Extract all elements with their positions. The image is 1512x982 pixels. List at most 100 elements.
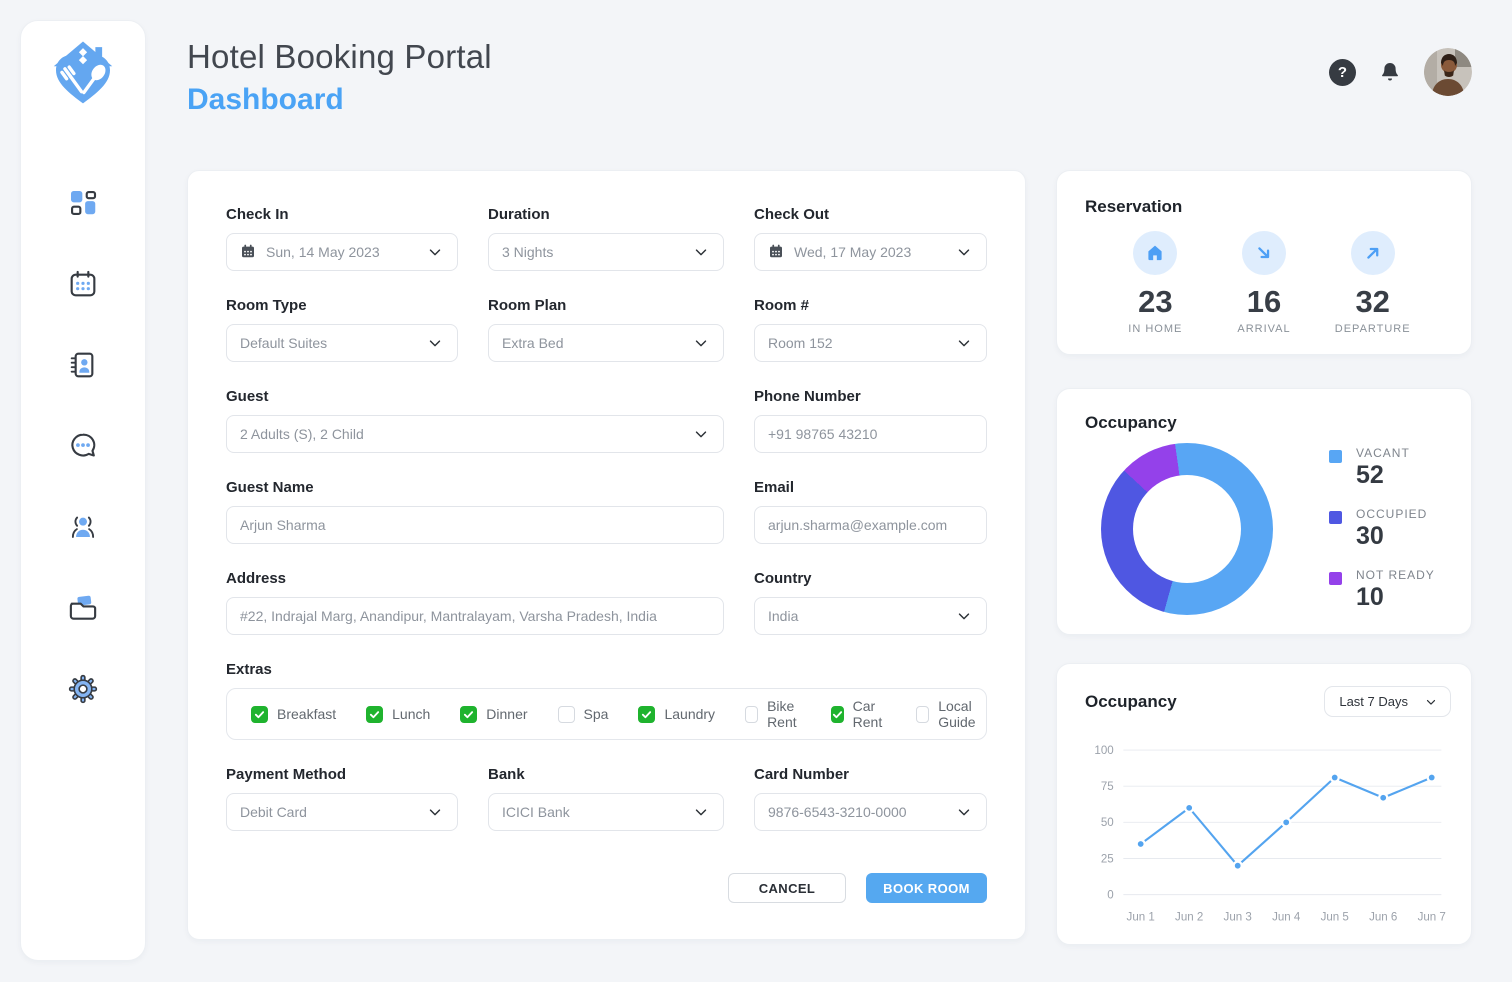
legend-item-vacant: VACANT 52	[1329, 446, 1435, 490]
extra-option[interactable]: Breakfast	[251, 706, 336, 723]
stat-value: 23	[1138, 284, 1172, 320]
field-label: Payment Method	[226, 766, 458, 783]
sidebar-item-dashboard[interactable]	[63, 183, 103, 223]
check-out-value: Wed, 17 May 2023	[794, 244, 945, 260]
chevron-down-icon	[692, 243, 710, 261]
bank-select[interactable]: ICICI Bank	[488, 793, 724, 831]
field-phone: Phone Number	[754, 388, 987, 453]
notifications-button[interactable]	[1378, 60, 1402, 84]
card-number-select[interactable]: 9876-6543-3210-0000	[754, 793, 987, 831]
chevron-down-icon	[692, 425, 710, 443]
extra-option[interactable]: Bike Rent	[745, 698, 801, 730]
extra-option[interactable]: Local Guide	[916, 698, 979, 730]
dashboard-grid-icon	[67, 187, 99, 219]
reservation-card: Reservation 23 IN HOME 16 ARRIVAL 32 DEP…	[1056, 170, 1472, 355]
field-label: Room Plan	[488, 297, 724, 314]
room-number-value: Room 152	[768, 335, 945, 351]
svg-text:75: 75	[1101, 781, 1114, 793]
phone-field-wrap	[754, 415, 987, 453]
field-guest: Guest 2 Adults (S), 2 Child	[226, 388, 724, 453]
payment-method-select[interactable]: Debit Card	[226, 793, 458, 831]
phone-input[interactable]	[768, 426, 973, 442]
question-icon: ?	[1338, 64, 1347, 81]
app-title: Hotel Booking Portal	[187, 38, 492, 76]
sidebar	[20, 20, 146, 961]
svg-text:Jun 5: Jun 5	[1321, 912, 1349, 924]
field-room-number: Room # Room 152	[754, 297, 987, 362]
guest-name-input[interactable]	[240, 517, 710, 533]
room-plan-select[interactable]: Extra Bed	[488, 324, 724, 362]
svg-text:Jun 4: Jun 4	[1272, 912, 1301, 924]
legend-item-not-ready: NOT READY 10	[1329, 568, 1435, 612]
occupancy-donut-chart	[1101, 443, 1273, 615]
range-selector[interactable]: Last 7 Days	[1324, 686, 1451, 717]
payment-method-value: Debit Card	[240, 804, 416, 820]
occupancy-line-chart: 0255075100Jun 1Jun 2Jun 3Jun 4Jun 5Jun 6…	[1079, 725, 1451, 929]
svg-text:100: 100	[1094, 745, 1113, 757]
sidebar-item-staff[interactable]	[63, 507, 103, 547]
extra-option[interactable]: Laundry	[638, 706, 715, 723]
sidebar-item-settings[interactable]	[63, 669, 103, 709]
address-input[interactable]	[240, 608, 710, 624]
extra-option[interactable]: Spa	[558, 706, 609, 723]
country-value: India	[768, 608, 945, 624]
guest-select[interactable]: 2 Adults (S), 2 Child	[226, 415, 724, 453]
legend-item-occupied: OCCUPIED 30	[1329, 507, 1435, 551]
legend-swatch	[1329, 450, 1342, 463]
extra-option[interactable]: Lunch	[366, 706, 430, 723]
field-duration: Duration 3 Nights	[488, 206, 724, 271]
checkbox-icon	[638, 706, 655, 723]
field-label: Guest Name	[226, 479, 724, 496]
sidebar-item-guest-directory[interactable]	[63, 345, 103, 385]
checkbox-icon	[916, 706, 929, 723]
country-select[interactable]: India	[754, 597, 987, 635]
sidebar-item-messages[interactable]	[63, 426, 103, 466]
cancel-button[interactable]: CANCEL	[728, 873, 846, 903]
calendar-icon	[240, 243, 256, 262]
checkbox-icon	[558, 706, 575, 723]
card-title: Reservation	[1085, 197, 1443, 217]
chevron-down-icon	[426, 243, 444, 261]
field-card-number: Card Number 9876-6543-3210-0000	[754, 766, 987, 831]
field-label: Room #	[754, 297, 987, 314]
sidebar-item-calendar[interactable]	[63, 264, 103, 304]
folder-icon	[67, 592, 99, 624]
stat-departure: 32 DEPARTURE	[1318, 231, 1427, 335]
help-button[interactable]: ?	[1329, 59, 1356, 86]
check-out-select[interactable]: Wed, 17 May 2023	[754, 233, 987, 271]
calendar-icon	[768, 243, 784, 262]
app-logo-icon[interactable]	[47, 37, 119, 113]
people-icon	[67, 511, 99, 543]
room-type-select[interactable]: Default Suites	[226, 324, 458, 362]
field-room-type: Room Type Default Suites	[226, 297, 458, 362]
svg-text:Jun 1: Jun 1	[1127, 912, 1155, 924]
book-room-button[interactable]: BOOK ROOM	[866, 873, 987, 903]
booking-form-card: Check In Sun, 14 May 2023 Duration 3 Nig…	[187, 170, 1026, 940]
sidebar-item-documents[interactable]	[63, 588, 103, 628]
arrow-down-right-icon	[1242, 231, 1286, 275]
field-guest-name: Guest Name	[226, 479, 724, 544]
room-number-select[interactable]: Room 152	[754, 324, 987, 362]
extra-option[interactable]: Dinner	[460, 706, 527, 723]
email-input[interactable]	[768, 517, 973, 533]
gear-icon	[67, 673, 99, 705]
checkbox-icon	[745, 706, 758, 723]
arrow-up-right-icon	[1351, 231, 1395, 275]
duration-value: 3 Nights	[502, 244, 682, 260]
field-room-plan: Room Plan Extra Bed	[488, 297, 724, 362]
extra-option[interactable]: Car Rent	[831, 698, 887, 730]
occupancy-donut-card: Occupancy VACANT 52 OCCUPIED 30 NOT READ…	[1056, 388, 1472, 635]
chevron-down-icon	[1424, 695, 1438, 709]
field-address: Address	[226, 570, 724, 635]
field-label: Check Out	[754, 206, 987, 223]
stat-arrival: 16 ARRIVAL	[1210, 231, 1319, 335]
legend-swatch	[1329, 511, 1342, 524]
user-avatar[interactable]	[1424, 48, 1472, 96]
check-in-select[interactable]: Sun, 14 May 2023	[226, 233, 458, 271]
field-label: Bank	[488, 766, 724, 783]
checkbox-icon	[460, 706, 477, 723]
chevron-down-icon	[955, 607, 973, 625]
duration-select[interactable]: 3 Nights	[488, 233, 724, 271]
field-label: Check In	[226, 206, 458, 223]
occupancy-trend-card: Occupancy Last 7 Days 0255075100Jun 1Jun…	[1056, 663, 1472, 945]
